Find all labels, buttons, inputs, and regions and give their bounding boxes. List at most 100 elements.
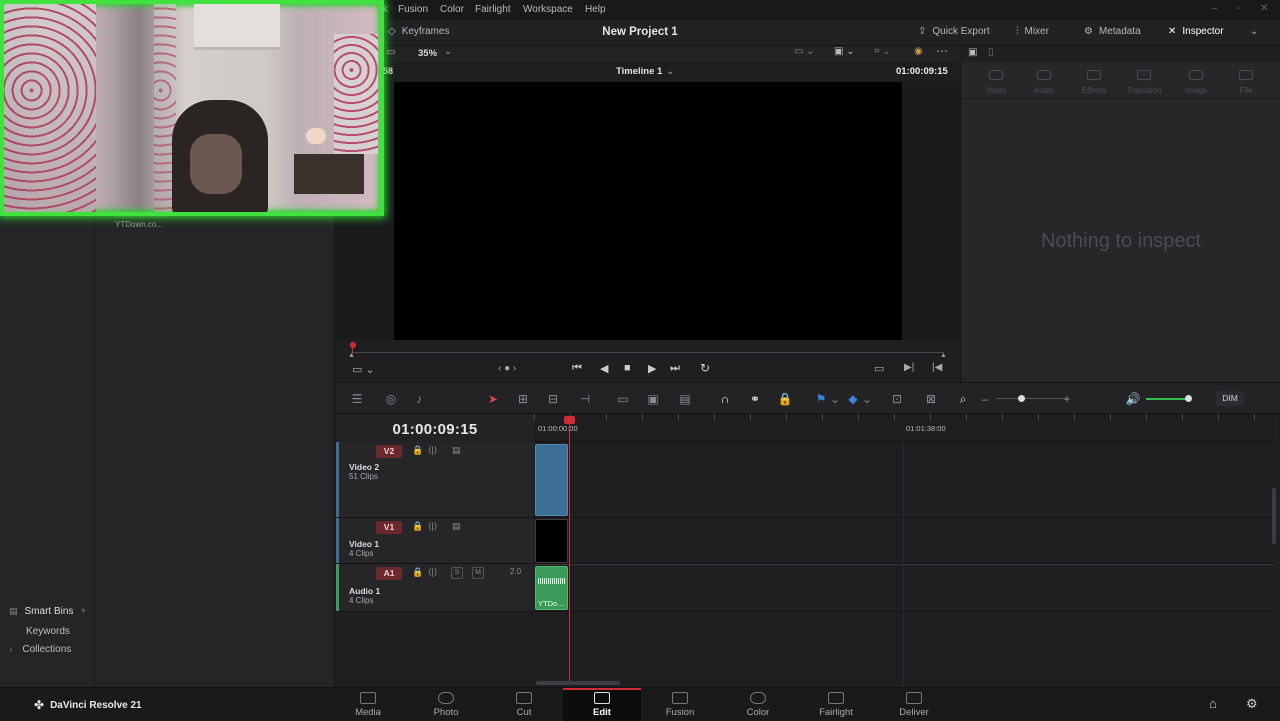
bin-collections[interactable]: › Collections — [9, 644, 71, 655]
track-header-v1[interactable]: V1 🔒 ⟨|⟩ ▤ Video 1 4 Clips — [336, 518, 534, 564]
viewer-canvas[interactable] — [394, 82, 902, 340]
next-edit-icon[interactable]: ▶| — [904, 362, 914, 373]
track-enable-icon[interactable]: ▤ — [452, 445, 461, 456]
timeline-ruler[interactable]: 01:00:00:00 01:01:38:00 — [534, 414, 1274, 442]
restore-icon[interactable]: ▫ — [1236, 3, 1240, 14]
track-enable-icon[interactable]: ▤ — [452, 521, 461, 532]
inspector-button[interactable]: ✕ Inspector — [1168, 26, 1224, 37]
inspector-tab-file[interactable]: File — [1221, 70, 1271, 95]
voiceover-mic-icon[interactable]: ♪ — [410, 392, 428, 406]
marker-chevron-down-icon[interactable]: ⌄ — [858, 392, 876, 406]
more-options-icon[interactable]: ⋯ — [936, 44, 948, 58]
bin-keywords[interactable]: Keywords — [26, 626, 70, 637]
viewer-crop-icon[interactable]: ▭ ⌄ — [352, 363, 375, 376]
audio1-clip[interactable]: YTDo... — [535, 566, 568, 610]
timeline-selector[interactable]: Timeline 1 ⌄ — [616, 66, 674, 77]
track-header-a1[interactable]: A1 🔒 ⟨|⟩ S M 2.0 Audio 1 4 Clips — [336, 564, 534, 612]
quick-export-button[interactable]: ⇪ Quick Export — [918, 26, 990, 37]
inspector-layout-icons[interactable]: ▣ ▯ — [962, 46, 1002, 62]
add-bin-icon[interactable]: + — [80, 606, 86, 617]
page-fusion[interactable]: Fusion — [641, 690, 719, 721]
out-point-icon[interactable]: ▲ — [940, 352, 947, 359]
page-photo[interactable]: Photo — [407, 690, 485, 721]
track-tag-v1[interactable]: V1 — [376, 521, 402, 534]
audio-meter-icon[interactable]: ◎ — [382, 392, 400, 406]
dynamic-trim-icon[interactable]: ⊟ — [544, 392, 562, 406]
inspector-tab-image[interactable]: Image — [1171, 70, 1221, 95]
detail-zoom-icon[interactable]: ⊠ — [922, 392, 940, 406]
page-edit[interactable]: Edit — [563, 688, 641, 721]
solo-button[interactable]: S — [451, 567, 463, 579]
transform-icon[interactable]: ⌗ ⌄ — [874, 46, 891, 57]
previous-edit-icon[interactable]: |◀ — [932, 362, 942, 373]
overwrite-clip-icon[interactable]: ▣ — [644, 392, 662, 406]
dim-button[interactable]: DIM — [1216, 391, 1244, 406]
insert-clip-icon[interactable]: ▭ — [614, 392, 632, 406]
keyframes-button[interactable]: ◇ Keyframes — [388, 26, 450, 37]
in-point-icon[interactable]: ▲ — [348, 352, 355, 359]
custom-zoom-icon[interactable]: ⌕ — [954, 392, 972, 406]
color-picker-icon[interactable]: ◉ — [914, 46, 923, 57]
position-lock-icon[interactable]: 🔒 — [776, 392, 794, 406]
video2-clip[interactable] — [535, 444, 568, 516]
settings-gear-icon[interactable]: ⚙ — [1246, 696, 1258, 712]
loop-icon[interactable]: ↻ — [700, 361, 710, 375]
inspector-tab-audio[interactable]: Audio — [1019, 70, 1069, 95]
replace-clip-icon[interactable]: ▤ — [676, 392, 694, 406]
play-icon[interactable]: ▶ — [648, 362, 656, 375]
menu-item-fusion[interactable]: Fusion — [398, 4, 428, 15]
zoom-in-icon[interactable]: + — [1058, 392, 1076, 406]
page-color[interactable]: Color — [719, 690, 797, 721]
full-zoom-icon[interactable]: ⊡ — [888, 392, 906, 406]
timeline-vertical-scrollbar[interactable] — [1272, 488, 1276, 544]
smart-bins-header[interactable]: ▤ Smart Bins + — [9, 606, 86, 617]
mixer-button[interactable]: ⫶ Mixer — [1016, 26, 1049, 37]
zoom-slider-handle[interactable] — [1018, 395, 1025, 402]
metadata-button[interactable]: ⚙ Metadata — [1084, 26, 1141, 37]
zoom-chevron-down-icon[interactable]: ⌄ — [444, 46, 452, 57]
inspector-tab-effects[interactable]: Effects — [1069, 70, 1119, 95]
timeline-playhead[interactable] — [569, 419, 570, 681]
volume-icon[interactable]: 🔊 — [1124, 392, 1142, 406]
menu-item-workspace[interactable]: Workspace — [523, 4, 573, 15]
volume-slider-track[interactable] — [1146, 398, 1190, 400]
page-media[interactable]: Media — [329, 690, 407, 721]
track-tag-v2[interactable]: V2 — [376, 445, 402, 458]
track-header-v2[interactable]: V2 🔒 ⟨|⟩ ▤ Video 2 51 Clips — [336, 442, 534, 518]
home-icon[interactable]: ⌂ — [1209, 696, 1217, 711]
menu-item-color[interactable]: Color — [440, 4, 464, 15]
blade-tool-icon[interactable]: ⊣ — [576, 392, 594, 406]
page-deliver[interactable]: Deliver — [875, 690, 953, 721]
timeline-horizontal-scrollbar[interactable] — [536, 681, 620, 685]
viewer-zoom[interactable]: 35% — [418, 48, 437, 59]
safe-area-icon[interactable]: ▭ ⌄ — [794, 46, 815, 57]
timeline-view-options-icon[interactable]: ☰ — [348, 392, 366, 406]
minimize-icon[interactable]: – — [1212, 3, 1218, 14]
flag-chevron-down-icon[interactable]: ⌄ — [826, 392, 844, 406]
view-options-icon[interactable]: ▣ ⌄ — [834, 46, 855, 57]
scrubber-playhead[interactable] — [350, 342, 356, 348]
auto-select-icon[interactable]: ⟨|⟩ — [428, 521, 437, 532]
video1-clip[interactable] — [535, 519, 568, 563]
menu-item-fairlight[interactable]: Fairlight — [475, 4, 511, 15]
playhead-handle[interactable] — [564, 416, 575, 424]
lock-icon[interactable]: 🔒 — [412, 567, 423, 578]
volume-slider-handle[interactable] — [1185, 395, 1192, 402]
auto-select-icon[interactable]: ⟨|⟩ — [428, 445, 437, 456]
lock-icon[interactable]: 🔒 — [412, 445, 423, 456]
menu-item-help[interactable]: Help — [585, 4, 606, 15]
go-to-start-icon[interactable]: ⏮ — [572, 362, 582, 375]
play-reverse-icon[interactable]: ◀ — [600, 362, 608, 375]
snapping-icon[interactable]: ∩ — [716, 392, 734, 406]
zoom-out-icon[interactable]: – — [976, 392, 994, 406]
collapse-panel-button[interactable]: ⌄ — [1250, 26, 1258, 37]
match-frame-icon[interactable]: ▭ — [874, 362, 884, 375]
page-cut[interactable]: Cut — [485, 690, 563, 721]
selection-tool-icon[interactable]: ➤ — [484, 392, 502, 406]
jog-control-icon[interactable]: ‹ ● › — [498, 363, 516, 374]
inspector-tab-video[interactable]: Video — [971, 70, 1021, 95]
page-fairlight[interactable]: Fairlight — [797, 690, 875, 721]
go-to-end-icon[interactable]: ⏭ — [670, 362, 680, 375]
close-icon[interactable]: ✕ — [1260, 3, 1268, 14]
viewer-mode-icon[interactable]: ▭ — [386, 47, 395, 58]
